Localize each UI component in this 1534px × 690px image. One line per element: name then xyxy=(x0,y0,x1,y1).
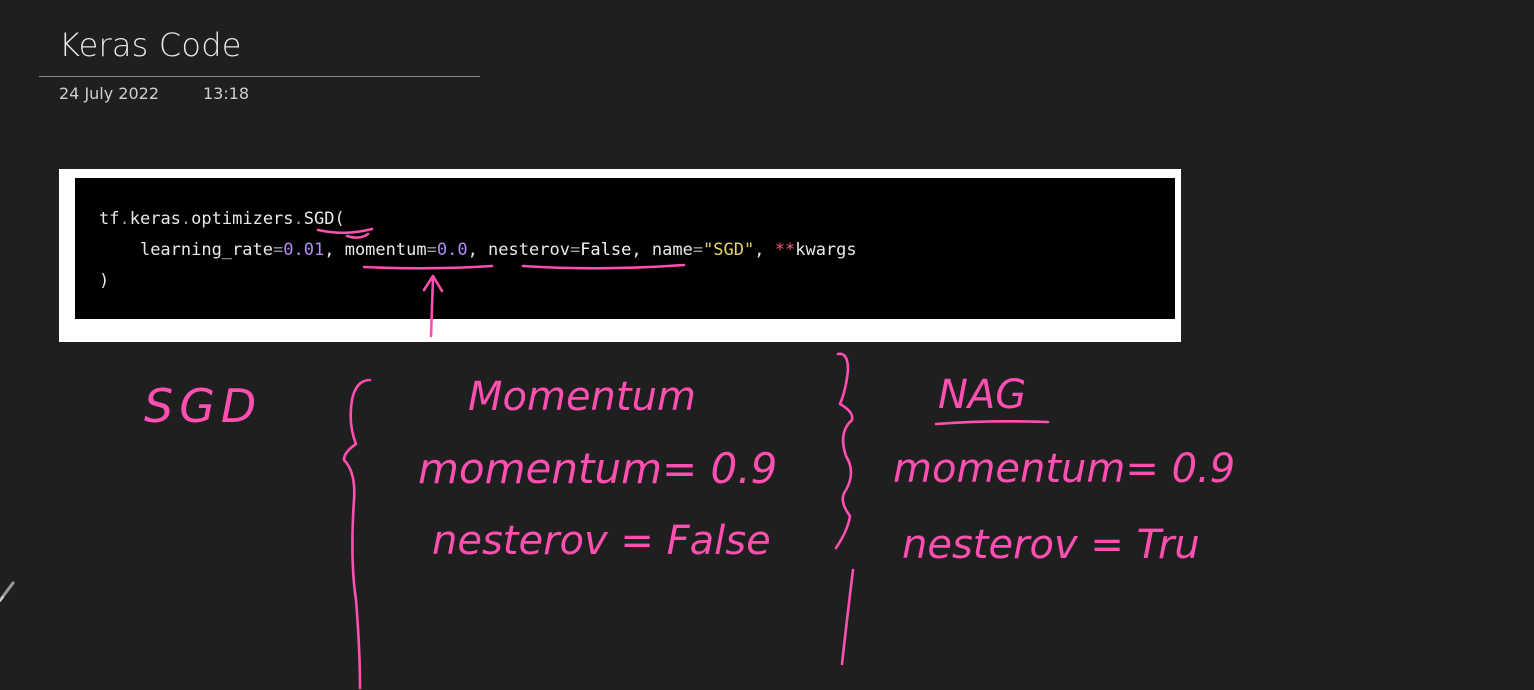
ink-nag-momentum: momentum= 0.9 xyxy=(893,446,1235,492)
ink-nag-nesterov: nesterov = Tru xyxy=(902,522,1200,568)
ink-momentum-heading: Momentum xyxy=(468,374,696,420)
ink-sgd-label: SGD xyxy=(144,379,262,433)
pen-icon[interactable] xyxy=(0,580,16,602)
ink-nag-heading: NAG xyxy=(938,372,1026,418)
ink-text-layer: SGD Momentum momentum= 0.9 nesterov = Fa… xyxy=(144,372,1235,568)
ink-momentum-value: momentum= 0.9 xyxy=(418,444,777,493)
ink-nesterov-false: nesterov = False xyxy=(432,518,771,564)
